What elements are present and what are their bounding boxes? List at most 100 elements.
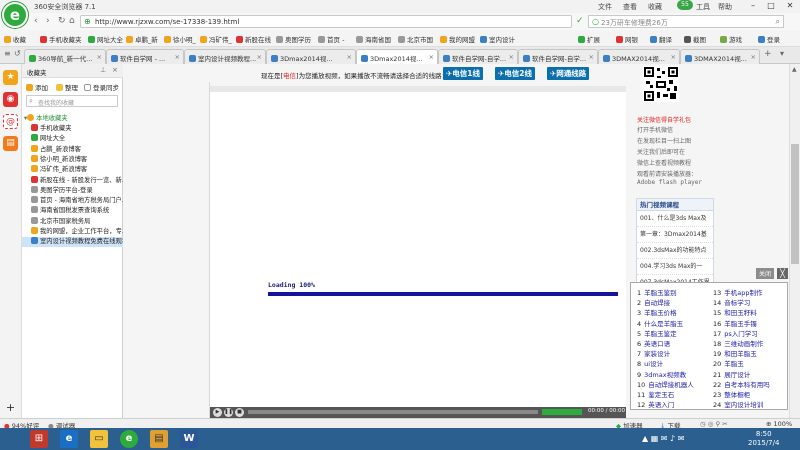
restore-tab-icon[interactable]: ↺	[14, 49, 21, 58]
favorite-item[interactable]: 冯矿伟_新浪博客	[22, 165, 123, 175]
tab-3[interactable]: 3Dmax2014视... ×	[266, 49, 356, 64]
browser-logo-icon[interactable]: e	[2, 2, 28, 28]
tray-icons[interactable]: ▲ ▦ ✉ ♪ ✉	[642, 434, 684, 443]
tab-1[interactable]: 软件自学网 - ... ×	[106, 49, 184, 64]
close-tab-icon[interactable]: ×	[589, 53, 594, 61]
keyword-link[interactable]: 18 三维动画制作	[713, 338, 763, 348]
shopping-icon[interactable]: ▤	[3, 136, 18, 151]
keyword-link[interactable]: 1 羊脂玉鉴别	[637, 287, 677, 297]
close-tab-icon[interactable]: ×	[257, 53, 262, 61]
volume-bar[interactable]	[542, 409, 582, 415]
keyword-link[interactable]: 6 英语口语	[637, 338, 670, 348]
extensions-button[interactable]: 扩展	[578, 34, 600, 44]
explorer-folder-icon[interactable]: ▭	[90, 430, 108, 448]
url-input[interactable]: ⊕ http://www.rjzxw.com/se-17338-139.html	[80, 15, 572, 28]
add-sidebar-icon[interactable]: +	[3, 400, 18, 415]
tab-5[interactable]: 软件自学网-自学... ×	[438, 49, 518, 64]
start-app-icon[interactable]: ⊞	[30, 430, 48, 448]
favorite-star-icon[interactable]: ✓	[576, 16, 584, 26]
scroll-up-icon[interactable]: ▲	[792, 66, 797, 73]
popup-close-button[interactable]: 关闭	[756, 268, 775, 279]
close-window-button[interactable]: ✕	[781, 0, 799, 13]
organize-button[interactable]: 整理	[56, 82, 78, 92]
search-input[interactable]: ○ 23万研车修理费26万 ⌕	[588, 15, 784, 28]
login-button[interactable]: 登录	[758, 34, 780, 44]
favorite-item[interactable]: 徐小明_新浪博客	[22, 154, 123, 165]
keyword-link[interactable]: 16 羊脂玉手镯	[713, 318, 757, 328]
keyword-link[interactable]: 5 羊脂玉鉴定	[637, 328, 677, 338]
weibo-icon[interactable]: ◉	[3, 92, 18, 107]
bookmark-blog2[interactable]: 徐小明_	[164, 34, 196, 44]
favorites-search-input[interactable]: ⌕ 查找我的收藏	[26, 95, 118, 107]
menu-help[interactable]: 帮助	[718, 2, 732, 12]
keyword-link[interactable]: 7 家装设计	[637, 348, 670, 358]
favorite-item[interactable]: 占鹏_新浪博客	[22, 144, 123, 155]
vertical-scrollbar[interactable]: ▲	[789, 64, 800, 418]
close-tab-icon[interactable]: ×	[671, 53, 676, 61]
close-tab-icon[interactable]: ×	[347, 53, 352, 61]
search-icon[interactable]: ⌕	[776, 17, 780, 27]
favorite-item[interactable]: 网址大全	[22, 134, 123, 144]
pause-icon[interactable]: ❚❚	[224, 408, 233, 417]
bookmark-hao[interactable]: 网址大全	[88, 34, 123, 44]
pin-icon[interactable]: ⊥	[100, 66, 106, 74]
favorite-item[interactable]: 北京市国家税务局	[22, 216, 123, 227]
bookmark-stock[interactable]: 新股在线	[236, 34, 271, 44]
back-icon[interactable]: ‹	[34, 16, 38, 26]
keyword-link[interactable]: 9 3dmax视频教	[637, 369, 686, 379]
keyword-link[interactable]: 12 英语入门	[637, 399, 674, 409]
keyword-link[interactable]: 15 和田玉籽料	[713, 307, 757, 317]
popup-x-icon[interactable]: ╳	[777, 268, 788, 279]
folder-icon[interactable]: ▤	[150, 430, 168, 448]
menu-tools[interactable]: 工具	[696, 2, 710, 12]
keyword-link[interactable]: 4 什么是羊脂玉	[637, 318, 683, 328]
favorite-item[interactable]: 室内设计视频教程免费在线观看	[22, 237, 123, 248]
bank-button[interactable]: 网银	[616, 34, 638, 44]
bookmark-blog1[interactable]: 卓鹏_新	[126, 34, 158, 44]
favorites-root[interactable]: ▾ 本地收藏夹	[24, 114, 125, 124]
stop-icon[interactable]: ■	[235, 408, 244, 417]
bookmark-interior[interactable]: 室内设计	[480, 34, 515, 44]
maximize-button[interactable]: □	[762, 0, 780, 13]
close-tab-icon[interactable]: ×	[751, 53, 756, 61]
seek-bar[interactable]	[248, 410, 538, 414]
bookmark-favorites[interactable]: 收藏	[4, 34, 26, 44]
tab-7[interactable]: 3DMAX2014视... ×	[598, 49, 680, 64]
tab-0[interactable]: 360导航_新一代... ×	[24, 49, 106, 64]
close-tab-icon[interactable]: ×	[175, 53, 180, 61]
hot-course-item[interactable]: 第一章：3Dmax2014基	[637, 227, 713, 243]
home-icon[interactable]: ⌂	[69, 16, 75, 26]
keyword-link[interactable]: 11 鉴定玉石	[637, 389, 674, 399]
keyword-link[interactable]: 19 和田羊脂玉	[713, 348, 757, 358]
minimize-button[interactable]: –	[744, 0, 762, 13]
tab-6[interactable]: 软件自学网-自学... ×	[518, 49, 598, 64]
bookmark-hainan[interactable]: 海南省国	[356, 34, 391, 44]
bookmark-beijing[interactable]: 北京市国	[398, 34, 433, 44]
keyword-link[interactable]: 10 自动焊接机器人	[637, 379, 694, 389]
bookmark-wangmeng[interactable]: 我的网盟	[440, 34, 475, 44]
favorite-item[interactable]: 首页 - 海南省地方税务局门户...	[22, 196, 123, 206]
email-icon[interactable]: @	[3, 114, 18, 129]
close-tab-icon[interactable]: ×	[97, 53, 102, 61]
ie-icon[interactable]: e	[60, 430, 78, 448]
bookmark-edu[interactable]: 奥图学历	[276, 34, 311, 44]
wechat-follow-link[interactable]: 关注微信得自学礼包	[637, 115, 691, 124]
keyword-link[interactable]: 2 自动焊接	[637, 297, 670, 307]
favorite-item[interactable]: 新股在线 - 新股发行一览、新...	[22, 175, 123, 186]
keyword-link[interactable]: 22 自考本科有用吗	[713, 379, 770, 389]
menu-favorites[interactable]: 收藏	[648, 2, 662, 12]
close-tab-icon[interactable]: ×	[429, 53, 434, 61]
hot-course-item[interactable]: 001、什么是3ds Max及	[637, 211, 713, 227]
keyword-link[interactable]: 24 室内设计培训	[713, 399, 763, 409]
play-icon[interactable]: ▶	[213, 408, 222, 417]
scroll-thumb[interactable]	[791, 144, 799, 264]
flash-player-link[interactable]: Adobe flash player	[637, 179, 702, 186]
tab-8[interactable]: 3DMAX2014视... ×	[680, 49, 760, 64]
close-sidebar-icon[interactable]: ×	[112, 66, 118, 74]
line-netcom-button[interactable]: ✈网通线路	[547, 67, 590, 80]
keyword-link[interactable]: 13 手机app制作	[713, 287, 763, 297]
forward-icon[interactable]: ›	[46, 16, 50, 26]
new-tab-icon[interactable]: +	[764, 49, 772, 59]
zoom-level[interactable]: ⊕ 100%	[766, 420, 792, 428]
keyword-link[interactable]: 17 ps入门学习	[713, 328, 758, 338]
